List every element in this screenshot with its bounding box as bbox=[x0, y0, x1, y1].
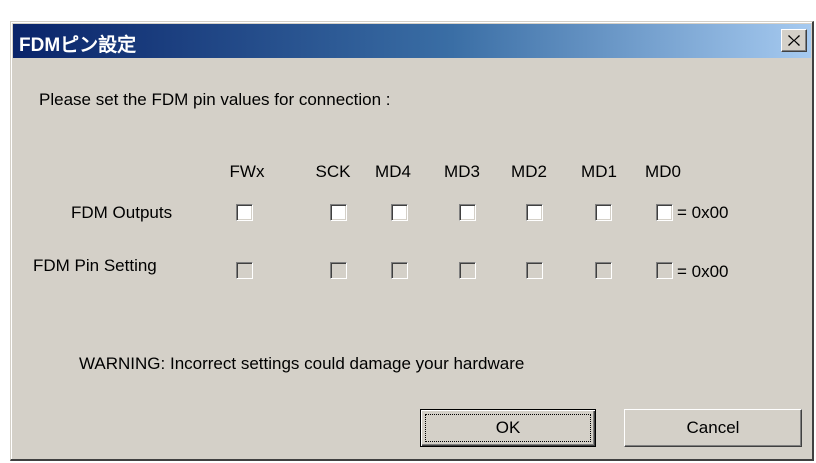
column-header-fwx: FWx bbox=[229, 162, 265, 181]
fdm-pin-setting-label: FDM Pin Setting bbox=[33, 256, 157, 275]
fdm-outputs-md1-checkbox[interactable] bbox=[595, 204, 612, 221]
column-header-md0: MD0 bbox=[645, 162, 681, 181]
fdm-outputs-fwx-checkbox[interactable] bbox=[236, 204, 253, 221]
column-header-md3: MD3 bbox=[444, 162, 480, 181]
fdm-outputs-md3-checkbox[interactable] bbox=[459, 204, 476, 221]
fdm-outputs-md2-checkbox[interactable] bbox=[526, 204, 543, 221]
fdm-pin-setting-sck-checkbox bbox=[330, 262, 347, 279]
fdm-pin-settings-dialog: FDMピン設定 Please set the FDM pin values fo… bbox=[10, 21, 814, 461]
warning-text: WARNING: Incorrect settings could damage… bbox=[79, 354, 525, 373]
ok-button-label: OK bbox=[495, 418, 521, 437]
instruction-text: Please set the FDM pin values for connec… bbox=[39, 90, 391, 109]
fdm-outputs-sck-checkbox[interactable] bbox=[330, 204, 347, 221]
cancel-button[interactable]: Cancel bbox=[624, 409, 802, 447]
fdm-pin-setting-md2-checkbox bbox=[526, 262, 543, 279]
fdm-pin-setting-md3-checkbox bbox=[459, 262, 476, 279]
fdm-outputs-md0-checkbox[interactable] bbox=[656, 204, 673, 221]
fdm-pin-setting-md4-checkbox bbox=[391, 262, 408, 279]
fdm-pin-setting-value: = 0x00 bbox=[677, 262, 729, 281]
fdm-outputs-label: FDM Outputs bbox=[71, 203, 173, 222]
title-bar[interactable]: FDMピン設定 bbox=[13, 24, 811, 58]
close-button[interactable] bbox=[781, 29, 807, 52]
fdm-outputs-md4-checkbox[interactable] bbox=[391, 204, 408, 221]
close-icon bbox=[788, 35, 800, 46]
fdm-outputs-value: = 0x00 bbox=[677, 203, 729, 222]
cancel-button-label: Cancel bbox=[686, 418, 740, 437]
column-header-md4: MD4 bbox=[375, 162, 411, 181]
fdm-pin-setting-fwx-checkbox bbox=[236, 262, 253, 279]
column-header-md1: MD1 bbox=[581, 162, 617, 181]
column-header-md2: MD2 bbox=[511, 162, 547, 181]
ok-button[interactable]: OK bbox=[420, 409, 596, 447]
window-title: FDMピン設定 bbox=[19, 35, 137, 56]
column-header-sck: SCK bbox=[315, 162, 351, 181]
fdm-pin-setting-md0-checkbox bbox=[656, 262, 673, 279]
fdm-pin-setting-md1-checkbox bbox=[595, 262, 612, 279]
